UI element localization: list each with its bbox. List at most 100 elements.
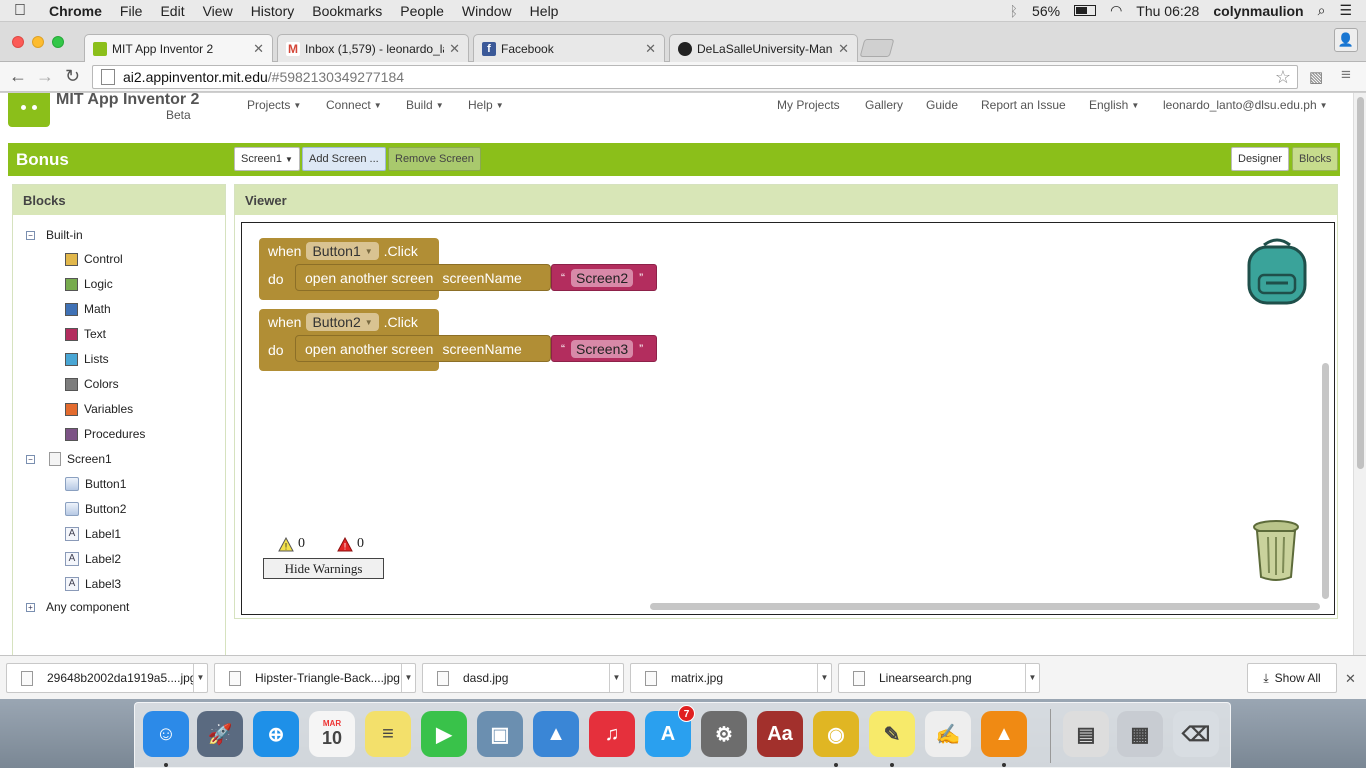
brand-title[interactable]: MIT App Inventor 2 (56, 93, 199, 109)
backpack-icon[interactable] (1244, 237, 1310, 307)
download-item[interactable]: matrix.jpg ▼ (630, 663, 832, 693)
chevron-down-icon[interactable]: ▼ (193, 664, 207, 692)
app-inventor-logo-icon[interactable] (8, 93, 50, 127)
drawer-procedures[interactable]: Procedures (65, 427, 145, 441)
iphoto-icon[interactable]: ▣ (477, 711, 523, 757)
menu-edit[interactable]: Edit (151, 3, 193, 19)
close-window-icon[interactable] (12, 36, 24, 48)
chevron-down-icon[interactable]: ▼ (609, 664, 623, 692)
text-string-block[interactable]: “ Screen2 ” (551, 264, 657, 291)
system-preferences-icon[interactable]: ⚙ (701, 711, 747, 757)
remove-screen-button[interactable]: Remove Screen (388, 147, 481, 171)
collapse-toggle-icon[interactable]: − (26, 454, 35, 464)
account-menu[interactable]: leonardo_lanto@dlsu.edu.ph ▼ (1163, 98, 1328, 112)
tree-builtin[interactable]: − Built-in (26, 228, 83, 242)
tree-screen1[interactable]: − Screen1 (26, 452, 112, 466)
itunes-icon[interactable]: ♫ (589, 711, 635, 757)
my-projects-link[interactable]: My Projects (777, 98, 840, 112)
chevron-down-icon[interactable]: ▼ (401, 664, 415, 692)
drawer-logic[interactable]: Logic (65, 277, 113, 291)
close-tab-icon[interactable]: ✕ (253, 41, 264, 57)
expand-toggle-icon[interactable]: + (26, 602, 35, 612)
chevron-down-icon[interactable]: ▼ (1025, 664, 1039, 692)
drawer-text[interactable]: Text (65, 327, 106, 341)
spotlight-search-icon[interactable]: ⌕ (1318, 2, 1326, 19)
blocks-workspace[interactable]: when Button1 ▼ .Click do open another scr… (241, 222, 1335, 615)
zoom-window-icon[interactable] (52, 36, 64, 48)
tab-gmail-inbox[interactable]: M Inbox (1,579) - leonardo_la ✕ (277, 34, 469, 62)
tab-facebook[interactable]: f Facebook ✕ (473, 34, 665, 62)
show-all-downloads-button[interactable]: ⤓ Show All (1247, 663, 1337, 693)
download-item[interactable]: Linearsearch.png ▼ (838, 663, 1040, 693)
menubar-clock[interactable]: Thu 06:28 (1136, 3, 1199, 19)
menu-history[interactable]: History (242, 3, 304, 19)
gallery-link[interactable]: Gallery (865, 98, 903, 112)
menu-file[interactable]: File (111, 3, 152, 19)
text-string-value[interactable]: Screen2 (571, 268, 634, 287)
download-item[interactable]: 29648b2002da1919a5....jpg ▼ (6, 663, 208, 693)
minimize-window-icon[interactable] (32, 36, 44, 48)
button2-click-event-block[interactable]: when Button2 ▼ .Click do open another scr… (259, 309, 657, 371)
menu-bookmarks[interactable]: Bookmarks (303, 3, 391, 19)
drawer-lists[interactable]: Lists (65, 352, 109, 366)
wifi-icon[interactable]: ◠ (1110, 2, 1122, 19)
chevron-down-icon[interactable]: ▼ (817, 664, 831, 692)
component-button1[interactable]: Button1 (65, 477, 126, 491)
profile-icon[interactable]: 👤 (1334, 28, 1358, 52)
menu-window[interactable]: Window (453, 3, 521, 19)
vlc-icon[interactable]: ▲ (981, 711, 1027, 757)
text-string-block[interactable]: “ Screen3 ” (551, 335, 657, 362)
menu-view[interactable]: View (194, 3, 242, 19)
trash-icon[interactable]: ⌫ (1173, 711, 1219, 757)
chrome-menu-icon[interactable]: ≡ (1341, 65, 1351, 85)
guide-link[interactable]: Guide (926, 98, 958, 112)
menu-app-chrome[interactable]: Chrome (40, 3, 111, 19)
reload-icon[interactable]: ↻ (65, 66, 80, 87)
close-downloads-bar-icon[interactable]: ✕ (1345, 671, 1356, 687)
finder-icon[interactable]: ☺ (143, 711, 189, 757)
tab-app-inventor[interactable]: MIT App Inventor 2 ✕ (84, 34, 273, 63)
battery-icon[interactable] (1074, 5, 1097, 16)
add-screen-button[interactable]: Add Screen ... (302, 147, 386, 171)
component-dropdown[interactable]: Button2 ▼ (306, 313, 379, 331)
page-scrollbar-thumb[interactable] (1357, 97, 1364, 469)
notification-center-icon[interactable]: ☰ (1339, 2, 1352, 19)
language-menu[interactable]: English ▼ (1089, 98, 1139, 112)
projects-menu[interactable]: Projects ▼ (247, 98, 301, 112)
launchpad-icon[interactable]: 🚀 (197, 711, 243, 757)
battery-percent[interactable]: 56% (1032, 3, 1060, 19)
app-store-icon[interactable]: A7 (645, 705, 695, 757)
hide-warnings-button[interactable]: Hide Warnings (263, 558, 384, 579)
help-menu[interactable]: Help ▼ (468, 98, 504, 112)
apple-logo-icon[interactable]:  (0, 2, 40, 20)
button1-click-event-block[interactable]: when Button1 ▼ .Click do open another scr… (259, 238, 657, 300)
screenshots-stack-icon[interactable]: ▦ (1117, 711, 1163, 757)
workspace-horizontal-scrollbar[interactable] (650, 603, 1320, 610)
address-bar[interactable]: ai2.appinventor.mit.edu /#59821303492771… (92, 65, 1298, 89)
screen-select-dropdown[interactable]: Screen1 ▼ (234, 147, 300, 171)
new-tab-button[interactable] (859, 39, 895, 57)
menu-help[interactable]: Help (521, 3, 568, 19)
bookmark-star-icon[interactable]: ☆ (1275, 67, 1291, 88)
tree-any-component[interactable]: + Any component (26, 600, 129, 614)
component-label3[interactable]: A Label3 (65, 577, 121, 591)
drawer-variables[interactable]: Variables (65, 402, 133, 416)
download-item[interactable]: Hipster-Triangle-Back....jpg ▼ (214, 663, 416, 693)
menu-people[interactable]: People (391, 3, 453, 19)
trash-can-icon[interactable] (1252, 517, 1300, 583)
open-another-screen-block[interactable]: open another screen screenName (295, 335, 551, 362)
calendar-icon[interactable]: MAR 10 (309, 711, 355, 757)
designer-button[interactable]: Designer (1231, 147, 1290, 171)
textedit-icon[interactable]: ✍ (925, 711, 971, 757)
extension-icon[interactable]: ▧ (1309, 68, 1323, 86)
drawer-colors[interactable]: Colors (65, 377, 119, 391)
report-issue-link[interactable]: Report an Issue (981, 98, 1066, 112)
close-tab-icon[interactable]: ✕ (645, 41, 656, 57)
documents-stack-icon[interactable]: ▤ (1063, 711, 1109, 757)
connect-menu[interactable]: Connect ▼ (326, 98, 382, 112)
back-arrow-icon[interactable]: ← (9, 66, 27, 87)
warning-triangle-icon[interactable]: ! (278, 536, 294, 552)
stickies-icon[interactable]: ✎ (869, 711, 915, 757)
open-another-screen-block[interactable]: open another screen screenName (295, 264, 551, 291)
menubar-user[interactable]: colynmaulion (1213, 3, 1303, 19)
